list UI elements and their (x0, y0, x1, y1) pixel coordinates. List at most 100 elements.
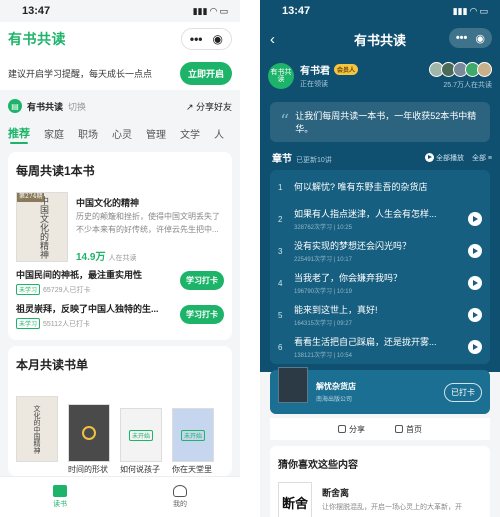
chapter-meta: 225491次学习 | 10:17 (294, 257, 352, 263)
listener-avatars[interactable] (429, 62, 492, 77)
recommendations-title: 猜你喜欢这些内容 (278, 460, 358, 471)
chapters-header: 章节 已更新10讲 全部播放 全部 ≡ (272, 150, 492, 165)
avatar[interactable]: 有书共读 (268, 62, 294, 89)
user-icon (173, 485, 187, 497)
avatar (477, 62, 492, 77)
share-icon (338, 425, 346, 433)
weekly-reader-count: 14.9万 人在共读 (76, 252, 137, 263)
chapter-title: 没有实现的梦想还会闪光吗？ (294, 241, 412, 251)
switch-link[interactable]: 切换 (68, 100, 86, 113)
status-time: 13:47 (22, 5, 51, 17)
play-icon[interactable] (468, 244, 482, 258)
chapter-row[interactable]: 3 没有实现的梦想还会闪光吗？ 225491次学习 | 10:17 (270, 236, 490, 266)
intro-quote: “ 让我们每周共读一本书，一年收获52本书中精华。 (270, 102, 490, 142)
chapter-title: 如果有人指点迷津，人生会有怎样... (294, 209, 437, 219)
top-bar: 有书共读 ••• ◉ (0, 22, 240, 56)
recommendations-card: 猜你喜欢这些内容 断舍 断舍离 让你摆脱混乱，开启一场心灵上的大革新，开 (270, 446, 490, 517)
sort-all-button[interactable]: 全部 ≡ (472, 153, 492, 163)
book-cover[interactable]: 断舍 (278, 482, 312, 517)
chapter-meta: 196790次学习 | 10:19 (294, 289, 352, 295)
quote-text: 让我们每周共读一本书，一年收获52本书中精华。 (295, 111, 477, 134)
book-label (16, 464, 58, 475)
tab-family[interactable]: 家庭 (44, 120, 64, 146)
chapter-row[interactable]: 2 如果有人指点迷津，人生会有怎样... 328762次学习 | 10:25 (270, 204, 490, 234)
right-phone-screen: 13:47 ▮▮▮ ◠ ▭ ‹ 有书共读 ••• ◉ 有书共读 有书君 会员人 正… (260, 0, 500, 517)
study-checkin-button[interactable]: 学习打卡 (180, 271, 224, 290)
nav-read[interactable]: 读书 (53, 485, 67, 509)
weekly-book-desc: 历史的颠簸和挫折，使得中国文明丢失了不少本来有的好传统，许倬云先生把中... (76, 212, 220, 234)
chapter-meta: 138121次学习 | 10:54 (294, 353, 352, 359)
weekly-book-card: 每周共读1本书 第274期 中国文化的精神 中国文化的精神 历史的颠簸和挫折，使… (8, 152, 232, 340)
tab-workplace[interactable]: 职场 (78, 120, 98, 146)
status-bar: 13:47 ▮▮▮ ◠ ▭ (260, 0, 500, 22)
home-icon (395, 425, 403, 433)
checked-in-button[interactable]: 已打卡 (444, 382, 482, 402)
more-icon[interactable]: ••• (456, 32, 468, 44)
chapter-meta: 164315次学习 | 09:27 (294, 321, 352, 327)
monthly-book-list: 本月共读书单 文化的中国精神 未开始 未开始 时间的形状 如何说孩子 你在天堂里 (8, 346, 232, 476)
cover-text: 中国文化的精神 (37, 195, 48, 259)
book-cover (278, 367, 308, 403)
category-tabs: 推荐 家庭 职场 心灵 管理 文学 人 (0, 120, 240, 146)
checkin-count: 55112人已打卡 (43, 320, 90, 328)
play-icon[interactable] (468, 276, 482, 290)
tab-management[interactable]: 管理 (146, 120, 166, 146)
book-title[interactable]: 断舍离 (322, 486, 349, 499)
target-icon[interactable]: ◉ (475, 32, 485, 45)
chapter-row[interactable]: 6 看看生活把自己踩扁，还是拢开雾... 138121次学习 | 10:54 (270, 332, 490, 362)
book-checkin-card[interactable]: 解忧杂货店 南海出版公司 已打卡 (270, 367, 490, 414)
list-item[interactable]: 祖灵崇拜，反映了中国人独特的生... 未学习 55112人已打卡 学习打卡 (16, 302, 224, 332)
home-button[interactable]: 首页 (395, 424, 422, 435)
book-cover[interactable]: 未开始 (120, 408, 162, 462)
share-button[interactable]: 分享 (338, 424, 365, 435)
share-bar: 分享 首页 (270, 418, 490, 440)
reminder-text: 建议开启学习提醒，每天成长一点点 (8, 68, 153, 79)
book-label: 时间的形状 (68, 465, 108, 474)
book-cover[interactable]: 未开始 (172, 408, 214, 462)
status-time: 13:47 (282, 5, 311, 17)
book-label: 你在天堂里 (172, 465, 212, 474)
item-title: 中国民间的神祇，最注重实用性 (16, 270, 143, 280)
chapter-title: 当我老了，你会嫌弃我吗？ (294, 273, 403, 283)
book-cover[interactable]: 文化的中国精神 (16, 396, 58, 462)
host-info: 有书共读 有书君 会员人 正在领读 (268, 62, 359, 89)
tab-recommend[interactable]: 推荐 (8, 120, 30, 146)
play-icon (424, 153, 434, 163)
weekly-book-title[interactable]: 中国文化的精神 (76, 196, 139, 209)
target-icon[interactable]: ◉ (213, 32, 223, 46)
book-cover[interactable] (68, 404, 110, 462)
play-icon[interactable] (468, 212, 482, 226)
book-label: 如何说孩子 (120, 465, 160, 474)
mini-program-capsule[interactable]: ••• ◉ (180, 28, 232, 50)
chapter-meta: 328762次学习 | 10:25 (294, 225, 352, 231)
chapter-row[interactable]: 4 当我老了，你会嫌弃我吗？ 196790次学习 | 10:19 (270, 268, 490, 298)
play-icon[interactable] (468, 340, 482, 354)
app-logo: 有书共读 (8, 31, 66, 47)
reminder-banner: 建议开启学习提醒，每天成长一点点 立即开启 (0, 56, 240, 90)
more-icon[interactable]: ••• (190, 32, 203, 46)
status-badge: 未学习 (16, 318, 41, 329)
mini-program-capsule[interactable]: ••• ◉ (448, 28, 492, 48)
tab-literature[interactable]: 文学 (180, 120, 200, 146)
weekly-book-cover[interactable]: 第274期 中国文化的精神 (16, 192, 68, 262)
quote-icon: “ (280, 111, 290, 132)
chapter-row[interactable]: 5 能来到这世上，真好! 164315次学习 | 09:27 (270, 300, 490, 330)
enable-reminder-button[interactable]: 立即开启 (179, 61, 232, 85)
issue-tag: 第274期 (17, 193, 45, 202)
listener-count: 25.7万人在共读 (443, 82, 492, 89)
book-icon: ▤ (8, 99, 22, 113)
share-friends-button[interactable]: ↗ 分享好友 (186, 100, 232, 113)
play-all-button[interactable]: 全部播放 (424, 153, 464, 163)
chapter-list: 1 何以解忧? 唯有东野圭吾的杂货店 2 如果有人指点迷津，人生会有怎样... 3… (270, 170, 490, 364)
study-checkin-button[interactable]: 学习打卡 (180, 305, 224, 324)
list-item[interactable]: 中国民间的神祇，最注重实用性 未学习 65729人已打卡 学习打卡 (16, 268, 224, 298)
books-switch-bar: ▤ 有书共读 切换 ↗ 分享好友 (8, 96, 232, 116)
tab-mind[interactable]: 心灵 (112, 120, 132, 146)
play-icon[interactable] (468, 308, 482, 322)
chapter-row[interactable]: 1 何以解忧? 唯有东野圭吾的杂货店 (270, 172, 490, 202)
nav-mine[interactable]: 我的 (173, 485, 187, 509)
host-name: 有书君 (300, 66, 330, 77)
book-icon (53, 485, 67, 497)
chapters-title: 章节 (272, 154, 292, 165)
tab-more[interactable]: 人 (214, 120, 224, 146)
